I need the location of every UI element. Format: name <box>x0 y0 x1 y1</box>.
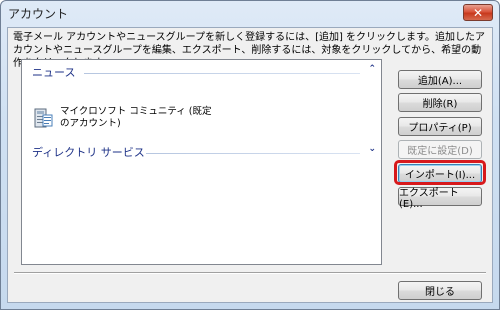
group-header-directory-services[interactable]: ディレクトリ サービス ⌄ <box>28 144 377 160</box>
title-bar: アカウント ✕ <box>1 1 499 27</box>
group-title-directory-services: ディレクトリ サービス <box>32 146 145 159</box>
close-icon: ✕ <box>472 5 484 20</box>
export-button[interactable]: エクスポート(E)... <box>398 187 482 210</box>
set-default-button[interactable]: 既定に設定(D) <box>398 140 482 159</box>
accounts-dialog: アカウント ✕ 電子メール アカウントやニュースグループを新しく登録するには、[… <box>0 0 500 310</box>
import-highlight-annotation <box>394 160 486 185</box>
news-server-icon <box>32 106 54 130</box>
group-header-news[interactable]: ニュース ⌃ <box>28 64 377 80</box>
remove-button[interactable]: 削除(R) <box>398 93 482 112</box>
close-button[interactable]: 閉じる <box>398 281 482 300</box>
group-divider <box>84 73 360 74</box>
group-divider <box>146 153 360 154</box>
dialog-body: 電子メール アカウントやニュースグループを新しく登録するには、[追加] をクリッ… <box>7 27 493 303</box>
window-title: アカウント <box>8 7 69 21</box>
account-label: マイクロソフト コミュニティ (既定のアカウント) <box>60 106 212 129</box>
footer-separator <box>14 272 486 274</box>
chevron-up-icon[interactable]: ⌃ <box>368 64 376 74</box>
properties-button[interactable]: プロパティ(P) <box>398 117 482 136</box>
close-window-button[interactable]: ✕ <box>463 4 493 21</box>
account-item-microsoft-community[interactable]: マイクロソフト コミュニティ (既定のアカウント) <box>32 105 232 135</box>
add-button[interactable]: 追加(A)... <box>398 70 482 89</box>
accounts-list[interactable]: ニュース ⌃ マイクロソフト コミュニティ (既定のアカウント) ディレクトリ … <box>21 59 382 265</box>
group-title-news: ニュース <box>32 66 76 79</box>
chevron-down-icon[interactable]: ⌄ <box>368 144 376 154</box>
